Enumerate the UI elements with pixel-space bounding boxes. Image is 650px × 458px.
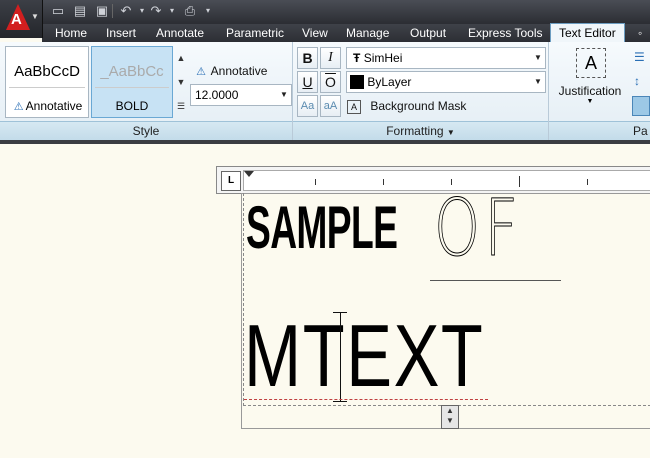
scroll-down-icon[interactable]: ▼ (174, 70, 188, 94)
autocad-logo-letter: A (11, 11, 22, 28)
tab-manage[interactable]: Manage (338, 24, 397, 42)
panel-title-paragraph: Pa (549, 121, 650, 141)
tab-insert[interactable]: Insert (98, 24, 144, 42)
color-dropdown[interactable]: ByLayer ▼ (346, 71, 546, 93)
undo-icon[interactable]: ↶ (118, 3, 134, 19)
mtext-ruler[interactable]: L (216, 166, 650, 194)
underline-decoration (430, 280, 561, 281)
chevron-down-icon: ▼ (586, 98, 594, 105)
ruler-tick (587, 179, 588, 185)
underline-button[interactable]: U (297, 71, 318, 93)
redo-icon[interactable]: ↷ (148, 3, 164, 19)
resize-handle-icon[interactable]: ▲ ▼ (441, 405, 459, 429)
bullets-icon[interactable]: ☰ (634, 50, 645, 64)
tab-annotate[interactable]: Annotate (148, 24, 212, 42)
ribbon: AaBbCcD ⚠ Annotative _AaBbCc BOLD ▲ ▼ ☰ ⚠… (0, 42, 650, 141)
style-annotative[interactable]: AaBbCcD ⚠ Annotative (5, 46, 89, 118)
open-icon[interactable]: ▤ (72, 3, 88, 19)
font-icon: Ŧ (353, 51, 361, 65)
mtext-word-mtext[interactable]: MTEXT (244, 312, 484, 400)
lowercase-button[interactable]: aA (320, 95, 341, 117)
chevron-down-icon: ▼ (534, 53, 542, 62)
style-sample-text: AaBbCcD (9, 57, 85, 88)
tab-text-editor[interactable]: Text Editor (550, 23, 625, 42)
ruler-tick (383, 179, 384, 185)
tab-output[interactable]: Output (402, 24, 454, 42)
text-height-field[interactable]: 12.0000 ▼ (190, 84, 292, 106)
style-sample-text: _AaBbCc (95, 57, 169, 88)
scroll-up-icon[interactable]: ▲ (174, 46, 188, 70)
tab-home[interactable]: Home (47, 24, 95, 42)
chevron-down-icon: ▼ (446, 128, 455, 137)
indent-marker-icon[interactable] (244, 171, 254, 177)
tab-overflow-icon[interactable]: ◦ (636, 24, 650, 42)
uppercase-button[interactable]: Aa (297, 95, 318, 117)
plot-icon[interactable]: ⎙ (182, 3, 198, 19)
tab-type-button[interactable]: L (221, 171, 241, 191)
mtext-word-sample[interactable]: SAMPLE (246, 198, 398, 258)
panel-title-formatting[interactable]: Formatting ▼ (293, 121, 548, 141)
justification-button[interactable]: A Justification ▼ (552, 44, 628, 118)
ruler-tick (315, 179, 316, 185)
annotative-toggle[interactable]: ⚠ Annotative (194, 62, 267, 80)
gallery-expand-icon[interactable]: ☰ (174, 94, 188, 118)
paragraph-align-icon[interactable] (632, 96, 650, 116)
chevron-down-icon: ▼ (31, 12, 39, 21)
tab-express-tools[interactable]: Express Tools (460, 24, 550, 42)
redo-dropdown-icon[interactable]: ▾ (164, 3, 180, 19)
style-gallery-scroll[interactable]: ▲ ▼ ☰ (174, 46, 188, 118)
mtext-word-of[interactable]: OF (434, 190, 523, 269)
text-boundary-line (244, 399, 488, 400)
background-mask-icon: A (347, 100, 361, 114)
style-bold[interactable]: _AaBbCc BOLD (91, 46, 173, 118)
chevron-down-icon: ▼ (280, 90, 288, 99)
text-cursor-bottom (333, 401, 347, 402)
italic-button[interactable]: I (320, 47, 341, 69)
justification-icon: A (576, 48, 606, 78)
chevron-down-icon: ▼ (534, 77, 542, 86)
application-menu-button[interactable]: A ▼ (0, 0, 43, 38)
text-cursor-top (333, 312, 347, 313)
bold-button[interactable]: B (297, 47, 318, 69)
color-swatch (350, 75, 364, 89)
new-icon[interactable]: ▭ (50, 3, 66, 19)
background-mask-button[interactable]: A Background Mask (347, 97, 466, 115)
overline-button[interactable]: O (320, 71, 341, 93)
save-icon[interactable]: ▣ (94, 3, 110, 19)
tab-view[interactable]: View (294, 24, 336, 42)
tab-parametric[interactable]: Parametric (218, 24, 292, 42)
font-dropdown[interactable]: Ŧ SimHei ▼ (346, 47, 546, 69)
panel-title-style: Style (0, 121, 292, 141)
text-cursor (340, 312, 341, 402)
quick-access-dropdown-icon[interactable]: ▾ (200, 3, 216, 19)
style-label: BOLD (115, 99, 149, 113)
ribbon-tabs: Home Insert Annotate Parametric View Man… (42, 23, 650, 42)
line-spacing-icon[interactable]: ↕ (634, 74, 640, 88)
style-label: ⚠ Annotative (6, 97, 88, 115)
annotative-icon: ⚠ (13, 101, 24, 113)
divider (112, 4, 113, 18)
annotative-icon: ⚠ (196, 66, 206, 78)
